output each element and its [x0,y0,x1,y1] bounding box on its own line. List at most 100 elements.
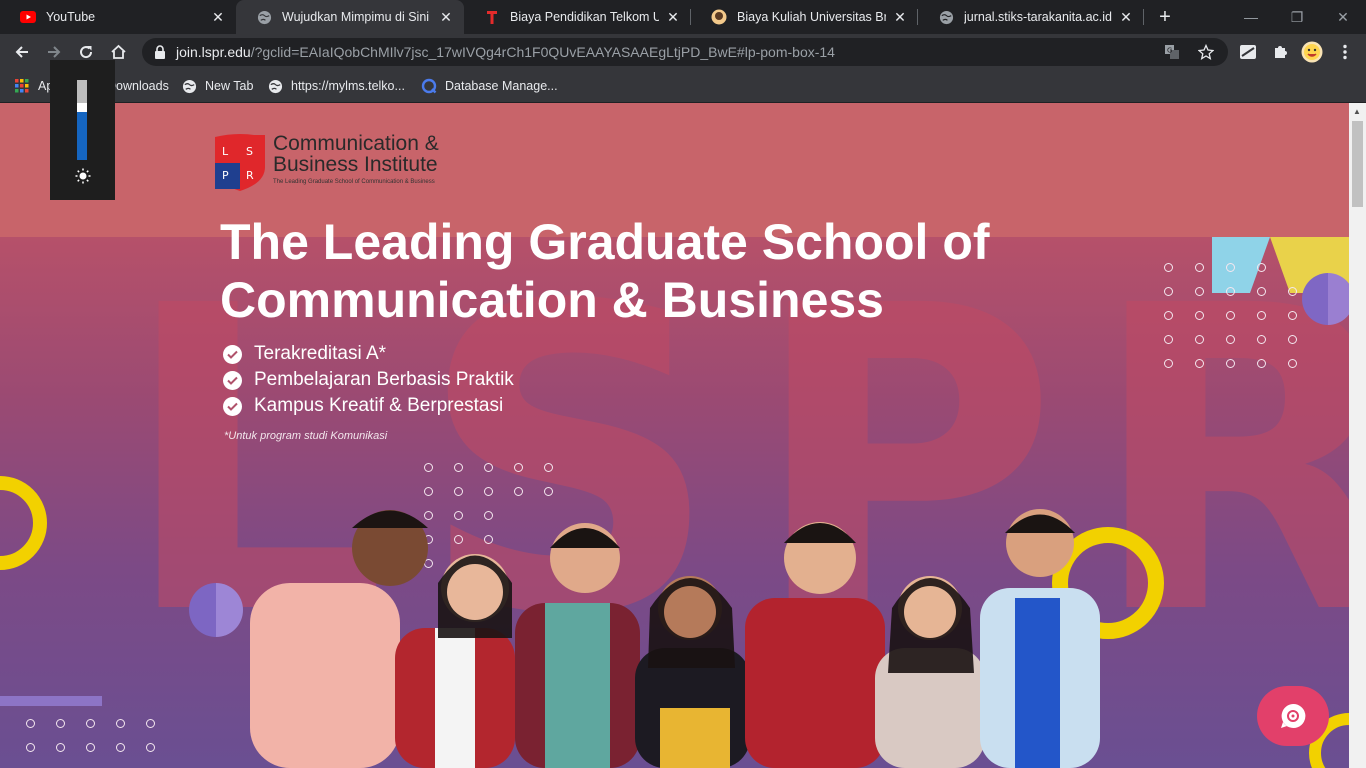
pattern-dot [1164,287,1173,296]
tab-telkom[interactable]: Biaya Pendidikan Telkom Unive ✕ [464,0,691,34]
pattern-dot [1226,287,1235,296]
bookmark-label: New Tab [205,79,254,93]
check-circle-icon [223,344,242,364]
tab-lspr[interactable]: Wujudkan Mimpimu di Sini | Lo ✕ [236,0,464,34]
headline-line2: Communication & Business [220,272,884,328]
address-bar[interactable]: join.lspr.edu/?gclid=EAIaIQobChMIlv7jsc_… [142,38,1228,66]
bookmark-label: Database Manage... [445,79,558,93]
page-scrollbar[interactable]: ▲ [1349,103,1366,768]
close-tab-icon[interactable]: ✕ [665,9,681,25]
pattern-dot [1195,263,1204,272]
globe-icon [938,9,954,25]
extension-icon[interactable] [1236,40,1260,64]
pattern-dot [1257,335,1266,344]
puzzle-icon[interactable] [1268,40,1292,64]
bookmark-label: Downloads [107,79,169,93]
translate-icon[interactable]: G [1164,38,1180,66]
url-path: /?gclid=EAIaIQobChMIlv7jsc_17wIVQg4rCh1F… [250,44,835,60]
scroll-up-arrow-icon[interactable]: ▲ [1353,107,1361,116]
close-window-button[interactable]: ✕ [1320,0,1366,34]
pattern-dot [116,719,125,728]
bookmark-mylms[interactable]: https://mylms.telko... [267,76,405,96]
svg-text:G: G [1167,47,1172,55]
pattern-dot [1288,359,1297,368]
tab-brawijaya[interactable]: Biaya Kuliah Universitas Brawija ✕ [691,0,918,34]
bookmark-database[interactable]: Database Manage... [421,76,558,96]
student-figure [515,523,640,768]
new-tab-button[interactable]: + [1154,6,1176,28]
pattern-dot [1164,263,1173,272]
close-tab-icon[interactable]: ✕ [438,9,454,25]
reload-icon [80,46,93,59]
avatar[interactable] [1300,40,1324,64]
restore-button[interactable]: ❐ [1274,0,1320,34]
pattern-dot [56,743,65,752]
tab-title: Biaya Pendidikan Telkom Unive [510,10,659,24]
bookmarks-bar: Apps Downloads New Tab https://mylms.tel… [0,70,1366,103]
close-tab-icon[interactable]: ✕ [1118,9,1134,25]
tab-title: Biaya Kuliah Universitas Brawija [737,10,886,24]
pattern-dot [1226,359,1235,368]
dot-pattern [1164,263,1319,368]
page-content: L S P R L S P R Communication & Business In… [0,103,1349,768]
bookmark-label: https://mylms.telko... [291,79,405,93]
close-tab-icon[interactable]: ✕ [210,9,226,25]
tab-title: Wujudkan Mimpimu di Sini | Lo [282,10,432,24]
check-circle-icon [223,370,242,390]
lock-icon [155,45,165,59]
feature-item: Pembelajaran Berbasis Praktik [223,367,514,393]
minimize-button[interactable]: — [1228,0,1274,34]
tab-title: YouTube [46,10,96,24]
bookmark-new-tab[interactable]: New Tab [181,76,253,96]
pattern-dot [26,743,35,752]
sun-icon [75,168,91,184]
pattern-dot [56,719,65,728]
pattern-dot [116,743,125,752]
browser-toolbar: join.lspr.edu/?gclid=EAIaIQobChMIlv7jsc_… [0,34,1366,70]
scrollbar-thumb[interactable] [1352,121,1363,207]
forward-arrow-icon [48,46,61,58]
pattern-dot [1226,311,1235,320]
tab-separator [917,9,918,25]
brightness-fill [77,112,87,160]
student-figure [875,576,985,768]
url-text: join.lspr.edu/?gclid=EAIaIQobChMIlv7jsc_… [176,44,835,60]
apps-icon [14,78,30,94]
menu-dots-icon[interactable] [1333,40,1357,64]
brawijaya-icon [711,9,727,25]
back-button[interactable] [8,38,36,66]
logo-letter: S [246,145,253,158]
lspr-logo[interactable]: L S P R Communication & Business Institu… [213,133,439,193]
tab-separator [1143,9,1144,25]
pattern-dot [1164,359,1173,368]
pattern-dot [1288,311,1297,320]
pattern-dot [86,719,95,728]
student-figure [395,554,515,768]
globe-icon [267,78,283,94]
tab-youtube[interactable]: YouTube ✕ [0,0,236,34]
pattern-dot [1195,359,1204,368]
brightness-slider-overlay[interactable] [50,60,115,200]
pattern-dot [1195,335,1204,344]
database-icon [421,78,437,94]
feature-list: Terakreditasi A* Pembelajaran Berbasis P… [223,341,514,419]
lspr-shield-icon: L S P R [215,134,265,191]
pattern-dot [514,463,523,472]
close-tab-icon[interactable]: ✕ [892,9,908,25]
bookmark-star-icon[interactable] [1198,38,1214,66]
chat-bubble-icon [1281,703,1306,728]
brightness-track[interactable] [77,80,87,160]
tab-stiks[interactable]: jurnal.stiks-tarakanita.ac.id ✕ [918,0,1144,34]
pattern-dot [1226,263,1235,272]
pattern-dot [1226,335,1235,344]
feature-item: Terakreditasi A* [223,341,514,367]
feature-text: Pembelajaran Berbasis Praktik [254,369,514,390]
logo-line2: Business Institute [273,153,438,176]
chat-button[interactable] [1257,686,1329,746]
pattern-dot [1164,311,1173,320]
pattern-dot [484,463,493,472]
pattern-dot [1195,311,1204,320]
brightness-handle[interactable] [77,103,87,112]
logo-letter: P [222,169,229,182]
globe-icon [256,9,272,25]
